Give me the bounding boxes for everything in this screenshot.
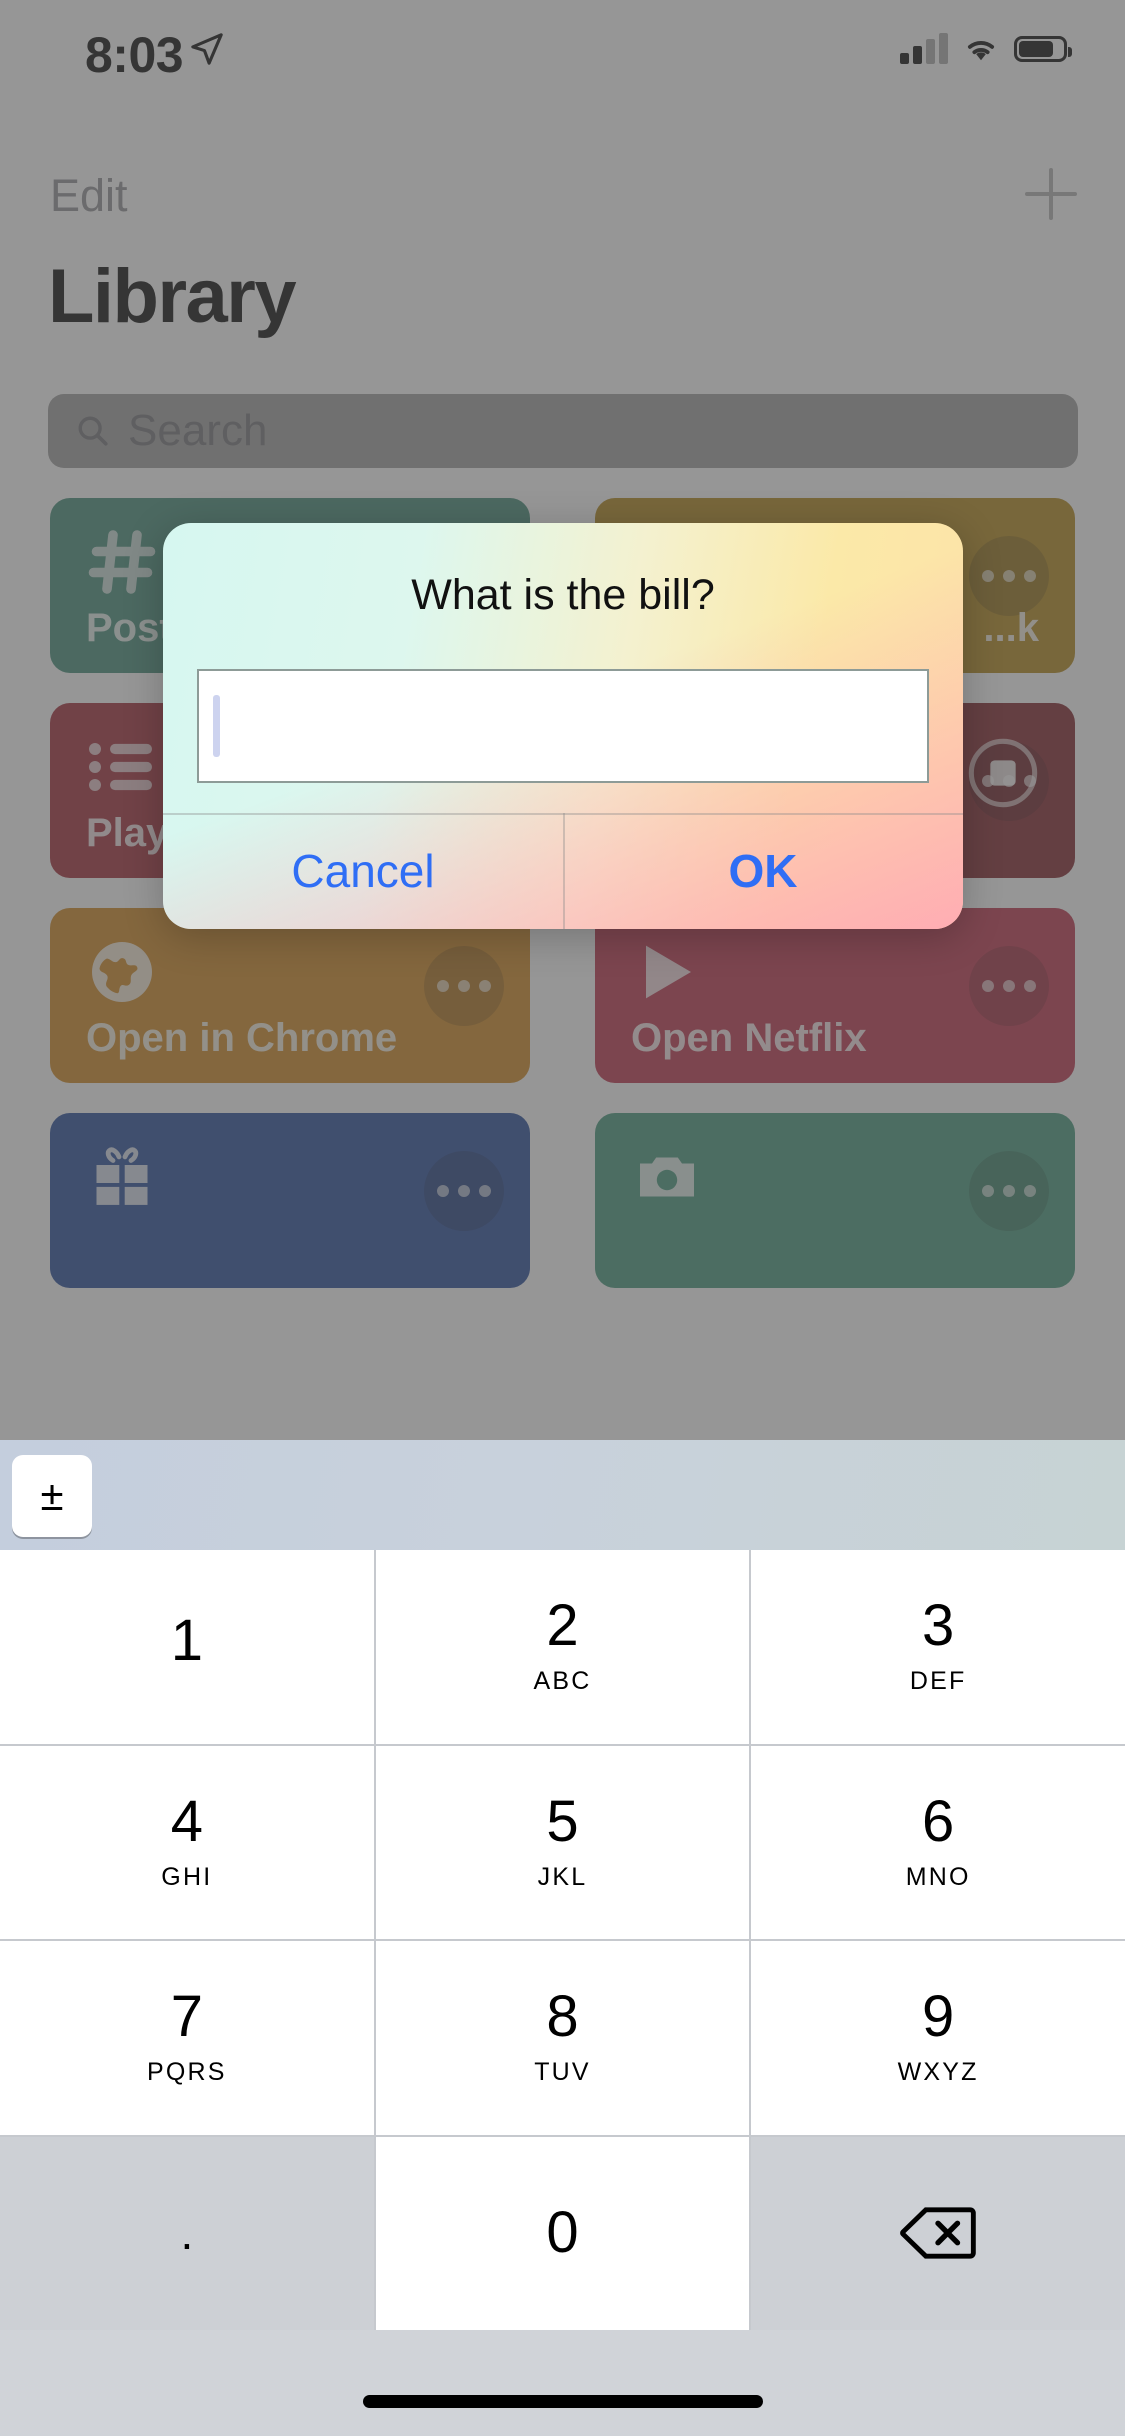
list-icon	[89, 743, 152, 791]
key-digit: 1	[170, 1607, 203, 1673]
shortcut-tile[interactable]	[595, 1113, 1075, 1288]
stop-circle-icon	[968, 738, 1038, 808]
key-digit: 8	[546, 1984, 579, 2050]
numeric-keyboard: ± 1 2 ABC 3 DEF 4 GHI 5 JKL 6 MNO 7 PQRS	[0, 1440, 1125, 2436]
key-letters: ABC	[533, 1667, 592, 1696]
key-decimal-point[interactable]: .	[0, 2136, 374, 2330]
shortcut-label: Open in Chrome	[86, 1016, 398, 1060]
key-1[interactable]: 1	[0, 1550, 374, 1744]
ellipsis-icon[interactable]	[969, 536, 1049, 616]
key-digit: 0	[546, 2200, 579, 2266]
status-bar: 8:03	[0, 0, 1125, 132]
keypad: 1 2 ABC 3 DEF 4 GHI 5 JKL 6 MNO 7 PQRS 8	[0, 1550, 1125, 2330]
ellipsis-icon[interactable]	[424, 1151, 504, 1231]
globe-icon	[92, 942, 152, 1002]
dialog-title: What is the bill?	[411, 571, 715, 619]
key-letters: MNO	[905, 1862, 971, 1891]
key-letters: JKL	[537, 1862, 588, 1891]
ellipsis-icon[interactable]	[969, 1151, 1049, 1231]
plus-icon[interactable]	[1025, 168, 1077, 220]
shortcut-tile[interactable]	[50, 1113, 530, 1288]
key-letters: TUV	[534, 2058, 591, 2087]
wifi-icon	[967, 41, 995, 61]
ok-button[interactable]: OK	[563, 813, 963, 929]
key-digit: 2	[546, 1593, 579, 1659]
shortcut-tile[interactable]: Open Netflix	[595, 908, 1075, 1083]
delete-backspace-icon	[900, 2207, 976, 2259]
shortcut-label: Post	[86, 606, 173, 650]
key-delete[interactable]	[751, 2136, 1125, 2330]
camera-icon	[640, 1157, 694, 1197]
key-letters: GHI	[161, 1862, 213, 1891]
battery-icon	[1014, 36, 1072, 62]
shortcut-label: Open Netflix	[631, 1016, 867, 1060]
bill-amount-input[interactable]	[197, 669, 929, 783]
ellipsis-icon[interactable]	[969, 946, 1049, 1026]
search-placeholder: Search	[128, 406, 268, 455]
key-digit: 7	[170, 1984, 203, 2050]
shortcut-tile[interactable]: Open in Chrome	[50, 908, 530, 1083]
hashtag-icon	[88, 530, 156, 594]
key-6[interactable]: 6 MNO	[751, 1745, 1125, 1939]
key-2[interactable]: 2 ABC	[375, 1550, 750, 1744]
key-digit: 4	[170, 1788, 203, 1854]
key-digit: .	[180, 2207, 194, 2260]
key-digit: 6	[922, 1788, 955, 1854]
key-7[interactable]: 7 PQRS	[0, 1941, 374, 2135]
key-3[interactable]: 3 DEF	[751, 1550, 1125, 1744]
cancel-button[interactable]: Cancel	[163, 813, 563, 929]
play-icon	[646, 945, 691, 999]
page-title: Library	[48, 254, 297, 339]
key-5[interactable]: 5 JKL	[375, 1745, 750, 1939]
key-letters: DEF	[909, 1667, 967, 1696]
key-9[interactable]: 9 WXYZ	[751, 1941, 1125, 2135]
gift-icon	[96, 1147, 148, 1205]
key-4[interactable]: 4 GHI	[0, 1745, 374, 1939]
status-bar-time: 8:03	[85, 27, 184, 83]
location-arrow-icon	[191, 33, 223, 65]
home-indicator	[362, 2395, 763, 2408]
shortcut-label: ...k	[983, 606, 1039, 650]
bill-prompt-dialog: What is the bill? Cancel OK	[163, 523, 963, 929]
search-icon	[78, 416, 108, 446]
key-digit: 3	[922, 1593, 955, 1659]
search-input[interactable]: Search	[48, 394, 1078, 468]
key-0[interactable]: 0	[375, 2136, 750, 2330]
cellular-signal-icon	[900, 33, 948, 64]
key-8[interactable]: 8 TUV	[375, 1941, 750, 2135]
key-digit: 9	[922, 1984, 955, 2050]
key-letters: WXYZ	[897, 2058, 979, 2087]
key-digit: 5	[546, 1788, 579, 1854]
key-letters: PQRS	[147, 2058, 227, 2087]
status-bar-indicators	[900, 33, 1072, 64]
plus-minus-toggle-button[interactable]: ±	[12, 1455, 92, 1537]
ellipsis-icon[interactable]	[424, 946, 504, 1026]
edit-button[interactable]: Edit	[50, 170, 128, 222]
keyboard-toolbar: ±	[0, 1440, 1125, 1550]
text-caret	[213, 695, 220, 757]
